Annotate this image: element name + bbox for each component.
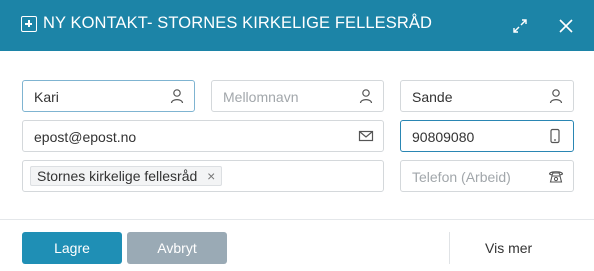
last-name-field[interactable]: Sande — [400, 80, 574, 112]
email-value: epost@epost.no — [34, 129, 137, 145]
person-icon — [548, 88, 564, 104]
show-more-link[interactable]: Vis mer — [485, 240, 532, 256]
first-name-value: Kari — [34, 89, 59, 105]
mobile-phone-icon — [547, 128, 563, 144]
middle-name-field[interactable]: Mellomnavn — [211, 80, 384, 112]
footer-vertical-divider — [449, 232, 450, 264]
middle-name-placeholder: Mellomnavn — [223, 89, 299, 105]
expand-icon[interactable] — [510, 16, 530, 36]
last-name-value: Sande — [412, 89, 453, 105]
mobile-field[interactable]: 90809080 — [400, 120, 574, 152]
dialog-title: NY KONTAKT- STORNES KIRKELIGE FELLESRÅD — [43, 14, 433, 32]
organization-tag-label: Stornes kirkelige fellesråd — [37, 168, 198, 184]
save-button[interactable]: Lagre — [22, 232, 122, 264]
person-icon — [358, 88, 374, 104]
mobile-value: 90809080 — [412, 129, 475, 145]
email-field[interactable]: epost@epost.no — [22, 120, 384, 152]
telephone-icon — [548, 168, 564, 184]
footer-divider — [0, 219, 594, 220]
dialog-header: NY KONTAKT- STORNES KIRKELIGE FELLESRÅD — [0, 0, 594, 51]
envelope-icon — [358, 128, 374, 144]
close-icon[interactable] — [556, 16, 576, 36]
cancel-button[interactable]: Avbryt — [127, 232, 227, 264]
organization-tag: Stornes kirkelige fellesråd × — [30, 166, 223, 186]
work-phone-placeholder: Telefon (Arbeid) — [412, 169, 511, 185]
plus-square-icon — [21, 16, 37, 32]
organization-field[interactable]: Stornes kirkelige fellesråd × — [22, 160, 384, 192]
work-phone-field[interactable]: Telefon (Arbeid) — [400, 160, 574, 192]
remove-tag-icon[interactable]: × — [207, 167, 215, 185]
first-name-field[interactable]: Kari — [22, 80, 195, 112]
person-icon — [169, 88, 185, 104]
